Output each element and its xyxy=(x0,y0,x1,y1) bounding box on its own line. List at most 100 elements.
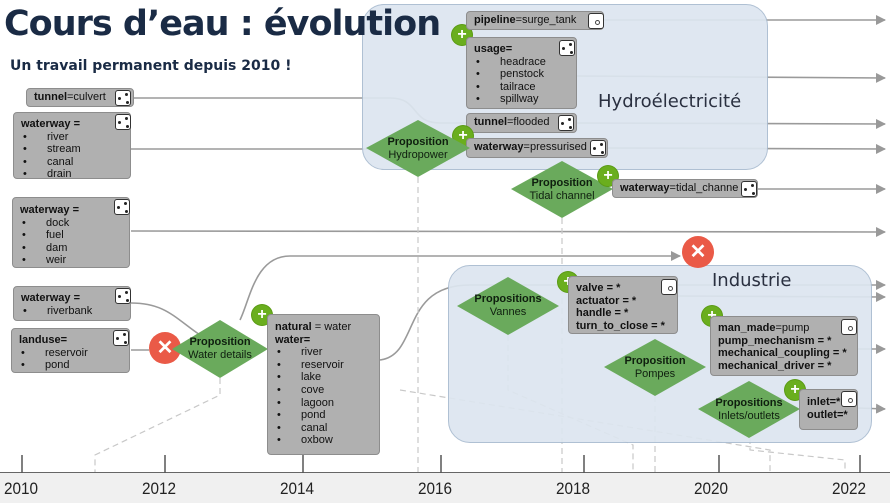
tag-key: pipeline xyxy=(474,14,516,26)
tag-value: dock xyxy=(20,217,123,230)
tag-value: riverbank xyxy=(21,305,124,318)
proposition-title: Proposition xyxy=(387,135,449,148)
tag-value: spillway xyxy=(474,93,570,106)
tag-landuse[interactable]: landuse= reservoir pond xyxy=(11,328,130,373)
share-icon[interactable] xyxy=(590,140,606,156)
proposition-subtitle: Inlets/outlets xyxy=(718,409,780,422)
tag-value: river xyxy=(275,346,373,359)
tag-waterway-river[interactable]: waterway = river stream canal drain xyxy=(13,112,131,181)
tag-value: =surge_tank xyxy=(515,14,577,26)
tag-values-list: headrace penstock tailrace spillway xyxy=(474,56,570,106)
timeline-year: 2016 xyxy=(418,479,453,498)
proposition-hydropower[interactable]: Proposition Hydropower xyxy=(366,120,470,177)
proposition-title: Proposition xyxy=(624,354,686,367)
tag-value: =flooded xyxy=(507,116,550,128)
tag-value: tailrace xyxy=(474,81,570,94)
tag-value: headrace xyxy=(474,56,570,69)
proposition-subtitle: Hydropower xyxy=(388,148,448,161)
tag-usage[interactable]: usage= headrace penstock tailrace spillw… xyxy=(466,37,577,109)
share-icon[interactable] xyxy=(558,115,574,131)
tag-key: tunnel xyxy=(34,91,67,103)
tag-inlet-outlet[interactable]: inlet=* outlet=* xyxy=(799,389,858,430)
tag-key: waterway xyxy=(620,182,670,194)
tag-line: actuator = * xyxy=(576,294,637,307)
tag-value: = water xyxy=(311,321,352,333)
share-icon[interactable] xyxy=(115,114,131,130)
proposition-tidal-channel[interactable]: Proposition Tidal channel xyxy=(511,161,613,218)
tag-value: river xyxy=(21,131,124,144)
tag-key: natural xyxy=(275,321,312,333)
node-icon[interactable] xyxy=(841,319,857,335)
tag-key: waterway = xyxy=(21,292,81,304)
page-subtitle: Un travail permanent depuis 2010 ! xyxy=(10,58,292,74)
page-title: Cours d’eau : évolution xyxy=(4,4,441,44)
tag-value: dam xyxy=(20,242,123,255)
tag-waterway-riverbank[interactable]: waterway = riverbank xyxy=(13,286,131,321)
node-icon[interactable] xyxy=(588,13,604,29)
tag-line: mechanical_driver = * xyxy=(718,359,832,372)
tag-line: turn_to_close = * xyxy=(576,319,665,332)
timeline-year: 2020 xyxy=(694,479,729,498)
share-icon[interactable] xyxy=(114,199,130,215)
timeline-year: 2012 xyxy=(142,479,177,498)
tag-value: cove xyxy=(275,384,373,397)
tag-valve[interactable]: valve = * actuator = * handle = * turn_t… xyxy=(568,276,678,334)
tag-natural-water[interactable]: natural = water water= river reservoir l… xyxy=(267,314,380,455)
share-icon[interactable] xyxy=(113,330,129,346)
node-icon[interactable] xyxy=(841,391,857,407)
tag-value: drain xyxy=(21,168,124,181)
timeline-year: 2022 xyxy=(832,479,867,498)
tag-waterway-dock[interactable]: waterway = dock fuel dam weir xyxy=(12,197,130,268)
tag-value: canal xyxy=(275,422,373,435)
tag-waterway-pressurised[interactable]: waterway=pressurised xyxy=(466,138,608,158)
proposition-subtitle: Tidal channel xyxy=(529,189,595,202)
tag-value: oxbow xyxy=(275,434,373,447)
timeline-year: 2014 xyxy=(280,479,315,498)
tag-values-list: riverbank xyxy=(21,305,124,318)
tag-key: landuse= xyxy=(19,334,67,346)
tag-tunnel-flooded[interactable]: tunnel=flooded xyxy=(466,113,577,133)
tag-value: =tidal_channe xyxy=(669,182,739,194)
tag-key: waterway = xyxy=(20,204,80,216)
share-icon[interactable] xyxy=(115,90,131,106)
tag-key: waterway xyxy=(474,141,524,153)
tag-values-list: river stream canal drain xyxy=(21,131,124,181)
tag-value: canal xyxy=(21,156,124,169)
tag-line: valve = * xyxy=(576,282,621,294)
tag-man-made-pump[interactable]: man_made=pump pump_mechanism = * mechani… xyxy=(710,316,858,376)
proposition-water-details[interactable]: Proposition Water details xyxy=(172,320,268,378)
tag-key: man_made xyxy=(718,322,776,334)
tag-tunnel-culvert[interactable]: tunnel=culvert xyxy=(26,88,134,107)
proposition-subtitle: Water details xyxy=(188,349,252,361)
timeline-year: 2018 xyxy=(556,479,591,498)
proposition-vannes[interactable]: Propositions Vannes xyxy=(457,277,559,335)
tag-line: handle = * xyxy=(576,307,629,320)
tag-line: pump_mechanism = * xyxy=(718,334,832,347)
node-icon[interactable] xyxy=(661,279,677,295)
share-icon[interactable] xyxy=(741,181,757,197)
timeline-dashed-link xyxy=(749,438,846,473)
share-icon[interactable] xyxy=(115,288,131,304)
tag-waterway-tidal-channel[interactable]: waterway=tidal_channe xyxy=(612,179,758,198)
proposition-subtitle: Vannes xyxy=(489,306,527,318)
tag-value: pond xyxy=(275,409,373,422)
proposition-title: Proposition xyxy=(531,176,593,189)
proposition-pompes[interactable]: Proposition Pompes xyxy=(604,339,706,396)
tag-line: mechanical_coupling = * xyxy=(718,347,847,360)
group-industrie-label: Industrie xyxy=(712,270,792,291)
share-icon[interactable] xyxy=(559,40,575,56)
tag-key: water= xyxy=(275,333,311,346)
tag-value: pond xyxy=(19,359,123,372)
tag-values-list: dock fuel dam weir xyxy=(20,217,123,267)
timeline-dashed-link xyxy=(94,378,221,473)
rejected-icon: ✕ xyxy=(682,236,714,268)
tag-key: usage= xyxy=(474,43,513,55)
tag-pipeline-surge-tank[interactable]: pipeline=surge_tank xyxy=(466,11,604,30)
tag-value: lagoon xyxy=(275,397,373,410)
tag-value: fuel xyxy=(20,229,123,242)
tag-value: weir xyxy=(20,254,123,267)
tag-values-list: reservoir pond xyxy=(19,347,123,372)
tag-value: stream xyxy=(21,143,124,156)
connector-line xyxy=(130,226,886,237)
tag-key: tunnel xyxy=(474,116,507,128)
